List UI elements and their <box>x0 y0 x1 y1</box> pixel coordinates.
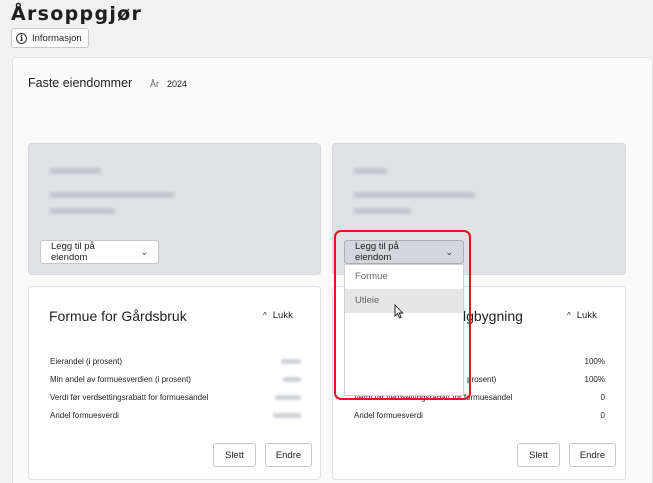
year-label: År <box>150 79 159 89</box>
close-label: Lukk <box>272 310 293 321</box>
blurred-property-address <box>353 192 475 198</box>
row-label: Eierandel (i prosent) <box>50 357 123 366</box>
year-value: 2024 <box>167 79 188 89</box>
row-value: 100% <box>584 375 605 384</box>
add-to-property-button[interactable]: Legg til på eiendom ⌄ <box>40 240 159 264</box>
info-circle-icon: i <box>16 32 27 44</box>
add-to-property-label: Legg til på eiendom <box>51 241 95 263</box>
blurred-property-name <box>49 168 101 174</box>
blurred-value <box>281 359 301 364</box>
blurred-property-id <box>49 208 115 214</box>
row-label: Andel formuesverdi <box>50 411 119 420</box>
blurred-value <box>275 395 301 400</box>
chevron-up-icon: ^ <box>567 311 571 320</box>
row-label: Verdi før verdsettingsrabatt for formues… <box>50 393 209 402</box>
close-button[interactable]: ^ Lukk <box>567 310 597 321</box>
blurred-value <box>283 377 301 382</box>
row-value: 100% <box>584 357 605 366</box>
blurred-value <box>273 413 301 418</box>
mouse-cursor-icon <box>394 304 404 319</box>
row-value: 0 <box>600 393 605 402</box>
blurred-property-id <box>353 208 411 214</box>
delete-button[interactable]: Slett <box>213 443 256 467</box>
information-button[interactable]: i Informasjon <box>11 28 89 48</box>
page-title: Årsoppgjør <box>11 3 143 25</box>
chevron-up-icon: ^ <box>263 311 267 320</box>
row-label: Min andel av formuesverdien (i prosent) <box>50 375 191 384</box>
blurred-property-address <box>49 192 175 198</box>
row-label: prosent) <box>467 375 497 384</box>
section-title: Faste eiendommer <box>28 76 133 90</box>
asset-card-title: Formue for Gårdsbruk <box>49 308 187 324</box>
blurred-property-name <box>353 168 387 174</box>
asset-card-left: Formue for Gårdsbruk ^ Lukk Eierandel (i… <box>28 286 321 480</box>
row-label: Andel formuesverdi <box>354 411 423 420</box>
chevron-down-icon: ⌄ <box>140 246 148 257</box>
information-button-label: Informasjon <box>32 32 82 44</box>
asset-card-title: lgbygning <box>463 308 523 324</box>
row-value: 0 <box>600 411 605 420</box>
close-button[interactable]: ^ Lukk <box>263 310 293 321</box>
delete-button[interactable]: Slett <box>517 443 560 467</box>
edit-button[interactable]: Endre <box>265 443 312 467</box>
close-label: Lukk <box>576 310 597 321</box>
edit-button[interactable]: Endre <box>569 443 616 467</box>
